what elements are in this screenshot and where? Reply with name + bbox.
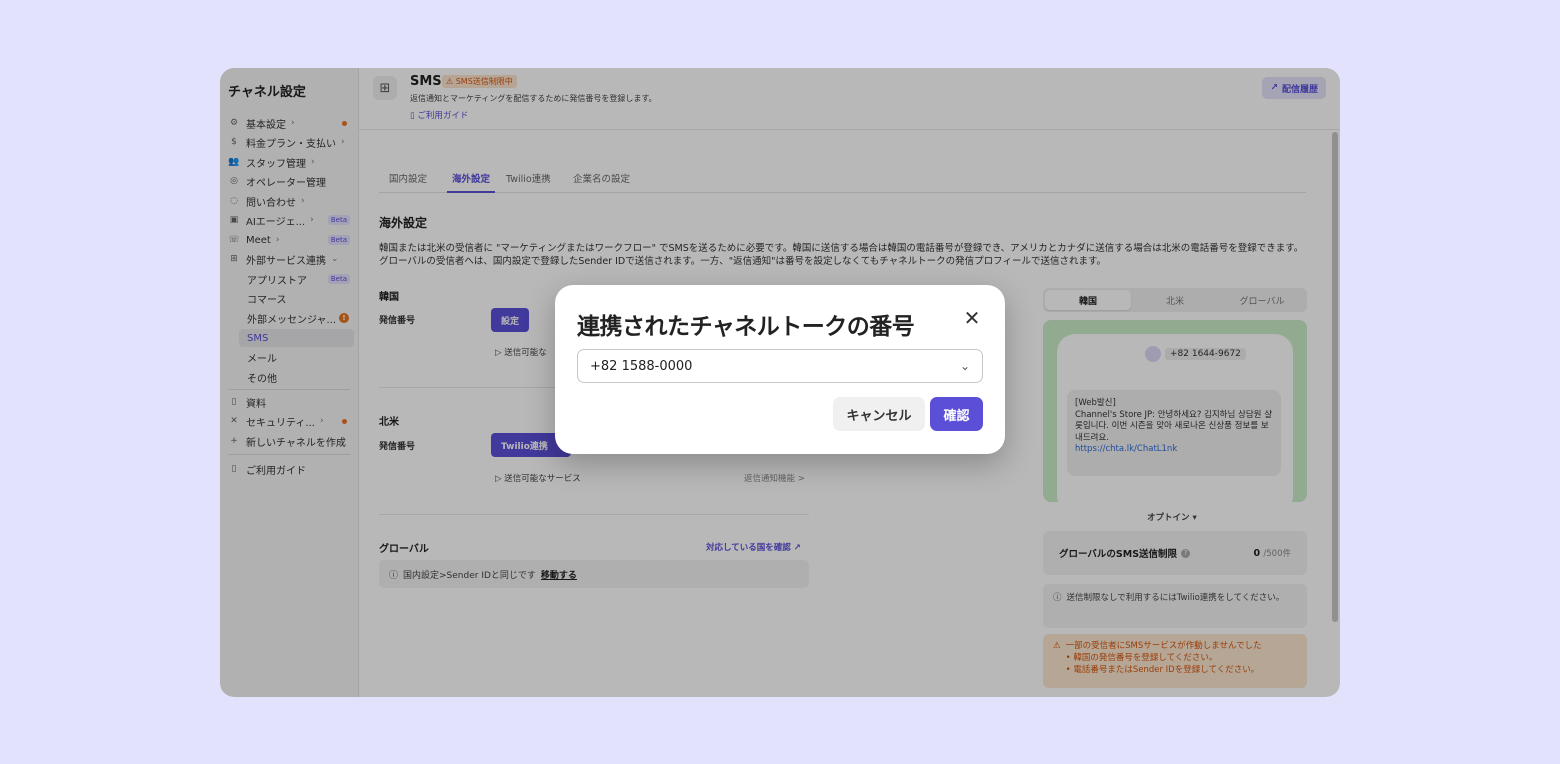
cancel-button[interactable]: キャンセル bbox=[833, 397, 925, 431]
number-select[interactable]: +82 1588-0000 ⌄ bbox=[577, 349, 983, 383]
chevron-down-icon: ⌄ bbox=[959, 359, 970, 373]
number-modal: 連携されたチャネルトークの番号 ✕ +82 1588-0000 ⌄ キャンセル … bbox=[555, 285, 1005, 454]
confirm-button[interactable]: 確認 bbox=[930, 397, 983, 431]
close-icon[interactable]: ✕ bbox=[963, 308, 981, 328]
selected-number: +82 1588-0000 bbox=[590, 358, 693, 374]
modal-title: 連携されたチャネルトークの番号 bbox=[577, 314, 915, 340]
